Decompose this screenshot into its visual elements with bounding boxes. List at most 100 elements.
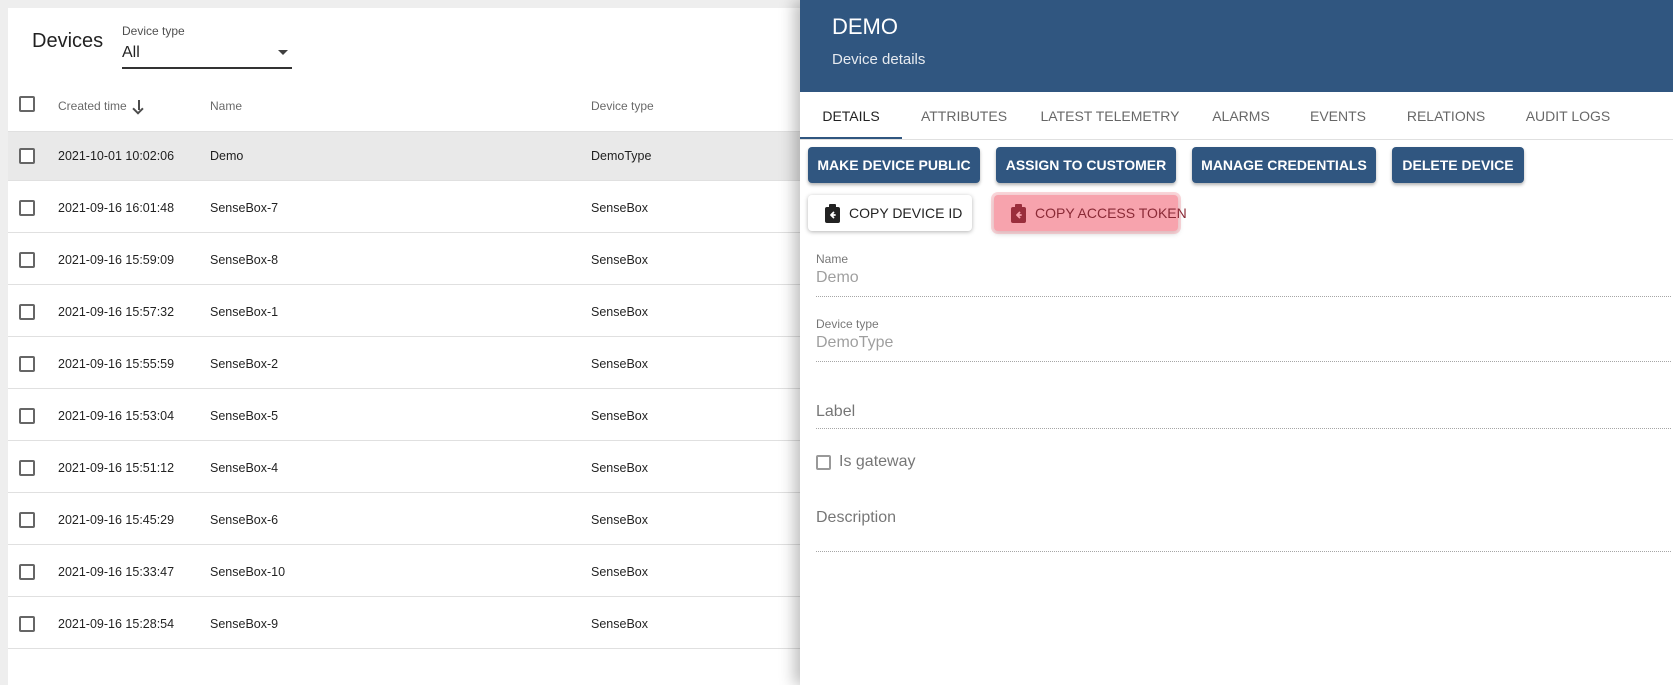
created-time-cell: 2021-09-16 15:51:12 (58, 461, 175, 475)
filter-underline (122, 67, 292, 69)
is-gateway-checkbox[interactable]: Is gateway (816, 453, 915, 471)
row-checkbox[interactable] (19, 512, 35, 528)
row-checkbox[interactable] (19, 252, 35, 268)
clipboard-arrow-icon (824, 203, 841, 223)
tab-relations[interactable]: Relations (1388, 92, 1504, 140)
created-time-cell: 2021-09-16 15:53:04 (58, 409, 175, 423)
row-checkbox[interactable] (19, 200, 35, 216)
copy-access-token-label: Copy access token (1035, 205, 1187, 221)
copy-access-token-button[interactable]: Copy access token (994, 195, 1187, 231)
created-time-cell: 2021-10-01 10:02:06 (58, 149, 175, 163)
table-row[interactable]: 2021-09-16 15:53:04 SenseBox-5 SenseBox (8, 392, 848, 441)
description-field-underline (816, 551, 1671, 552)
table-row[interactable]: 2021-09-16 15:45:29 SenseBox-6 SenseBox (8, 496, 848, 545)
column-created-time-label: Created time (58, 99, 127, 113)
device-type-cell: SenseBox (591, 409, 648, 423)
label-field-placeholder: Label (816, 403, 856, 420)
device-details-drawer: DEMO Device details Details Attributes L… (800, 0, 1673, 685)
device-type-filter[interactable]: Device type All (122, 18, 292, 70)
row-checkbox[interactable] (19, 408, 35, 424)
tab-alarms[interactable]: Alarms (1194, 92, 1288, 140)
created-time-cell: 2021-09-16 16:01:48 (58, 201, 175, 215)
device-type-filter-value: All (122, 44, 140, 61)
description-field-placeholder: Description (816, 509, 897, 526)
name-cell: SenseBox-7 (210, 201, 279, 215)
name-cell: SenseBox-4 (210, 461, 279, 475)
device-type-cell: SenseBox (591, 617, 648, 631)
table-row[interactable]: 2021-09-16 15:59:09 SenseBox-8 SenseBox (8, 236, 848, 285)
column-device-type[interactable]: Device type (591, 99, 654, 113)
column-created-time[interactable]: Created time (58, 99, 145, 113)
select-all-checkbox[interactable] (19, 96, 35, 112)
name-cell: SenseBox-1 (210, 305, 279, 319)
device-type-cell: SenseBox (591, 305, 648, 319)
active-tab-indicator (800, 137, 902, 139)
details-subtitle: Device details (832, 51, 926, 68)
created-time-cell: 2021-09-16 15:33:47 (58, 565, 175, 579)
name-cell: Demo (210, 149, 244, 163)
tab-latest-telemetry[interactable]: Latest telemetry (1026, 92, 1194, 140)
device-type-cell: SenseBox (591, 461, 648, 475)
table-row[interactable]: 2021-09-16 16:01:48 SenseBox-7 SenseBox (8, 184, 848, 233)
row-checkbox[interactable] (19, 564, 35, 580)
manage-credentials-button[interactable]: Manage credentials (1192, 147, 1376, 183)
table-row[interactable]: 2021-09-16 15:28:54 SenseBox-9 SenseBox (8, 600, 848, 649)
table-row[interactable]: 2021-09-16 15:33:47 SenseBox-10 SenseBox (8, 548, 848, 597)
delete-device-button[interactable]: Delete device (1392, 147, 1524, 183)
is-gateway-label: Is gateway (839, 453, 916, 470)
table-row[interactable]: 2021-10-01 10:02:06 Demo DemoType (8, 132, 848, 181)
description-field[interactable]: Description (816, 509, 1671, 552)
list-toolbar: Devices Device type All (8, 8, 848, 78)
created-time-cell: 2021-09-16 15:28:54 (58, 617, 175, 631)
label-field-underline (816, 428, 1671, 429)
name-cell: SenseBox-5 (210, 409, 279, 423)
created-time-cell: 2021-09-16 15:45:29 (58, 513, 175, 527)
make-device-public-button[interactable]: Make device public (808, 147, 980, 183)
table-row[interactable]: 2021-09-16 15:57:32 SenseBox-1 SenseBox (8, 288, 848, 337)
column-name[interactable]: Name (210, 99, 242, 113)
row-checkbox[interactable] (19, 460, 35, 476)
device-type-cell: DemoType (591, 149, 652, 163)
app-root: Devices Device type All Created time Nam… (0, 0, 1673, 685)
device-type-field[interactable]: Device type DemoType (816, 317, 1671, 362)
device-type-cell: SenseBox (591, 201, 648, 215)
name-field-value: Demo (816, 269, 859, 286)
name-cell: SenseBox-8 (210, 253, 279, 267)
page-title: Devices (32, 30, 104, 52)
device-type-cell: SenseBox (591, 253, 648, 267)
row-checkbox[interactable] (19, 148, 35, 164)
name-field[interactable]: Name Demo (816, 252, 1671, 297)
row-checkbox[interactable] (19, 616, 35, 632)
name-cell: SenseBox-6 (210, 513, 279, 527)
table-row[interactable]: 2021-09-16 15:51:12 SenseBox-4 SenseBox (8, 444, 848, 493)
device-type-field-underline (816, 361, 1671, 362)
arrow-down-icon (133, 99, 145, 113)
name-cell: SenseBox-10 (210, 565, 286, 579)
details-title: DEMO (832, 14, 898, 39)
name-field-label: Name (816, 252, 849, 266)
label-field[interactable]: Label (816, 403, 1671, 429)
row-checkbox[interactable] (19, 304, 35, 320)
table-row[interactable]: 2021-09-16 15:55:59 SenseBox-2 SenseBox (8, 340, 848, 389)
created-time-cell: 2021-09-16 15:55:59 (58, 357, 175, 371)
tab-events[interactable]: Events (1288, 92, 1388, 140)
created-time-cell: 2021-09-16 15:57:32 (58, 305, 175, 319)
device-type-filter-label: Device type (122, 24, 185, 38)
row-checkbox[interactable] (19, 356, 35, 372)
name-cell: SenseBox-9 (210, 617, 279, 631)
tab-details[interactable]: Details (800, 92, 902, 140)
details-header: DEMO Device details (800, 0, 1673, 92)
device-type-cell: SenseBox (591, 357, 648, 371)
tab-attributes[interactable]: Attributes (902, 92, 1026, 140)
tab-audit-logs[interactable]: Audit logs (1504, 92, 1632, 140)
copy-device-id-button[interactable]: Copy device ID (808, 195, 972, 231)
clipboard-arrow-icon (1010, 203, 1027, 223)
name-cell: SenseBox-2 (210, 357, 279, 371)
device-type-field-value: DemoType (816, 334, 894, 351)
is-gateway-checkbox-box (816, 454, 831, 470)
caret-down-icon (278, 50, 288, 55)
device-type-field-label: Device type (816, 317, 879, 331)
device-type-cell: SenseBox (591, 513, 648, 527)
assign-to-customer-button[interactable]: Assign to customer (996, 147, 1176, 183)
device-type-cell: SenseBox (591, 565, 648, 579)
